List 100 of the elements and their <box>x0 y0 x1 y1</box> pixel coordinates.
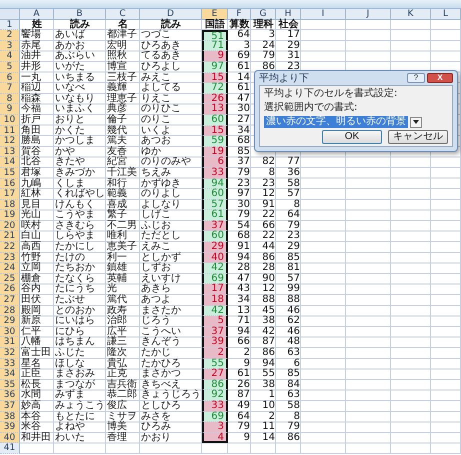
row-header[interactable]: 4 <box>0 51 20 62</box>
row-header[interactable]: 5 <box>0 62 20 73</box>
table-cell-text: 松長 <box>20 380 42 390</box>
table-cell-text: 理恵子 <box>106 94 138 104</box>
column-header[interactable]: D <box>140 9 202 20</box>
row-header[interactable]: 32 <box>0 348 20 359</box>
table-cell-text: あいば <box>54 30 86 40</box>
close-button[interactable]: X <box>427 73 453 83</box>
table-cell-text: 37 <box>236 157 251 168</box>
column-header[interactable]: F <box>228 9 251 20</box>
row-header[interactable]: 38 <box>0 412 20 422</box>
table-cell-text: 棚倉 <box>20 274 42 284</box>
table-cell-text: 妙高 <box>20 400 42 411</box>
row-header[interactable]: 3 <box>0 40 20 52</box>
table-cell: 72 <box>202 83 228 94</box>
row-header[interactable]: 36 <box>0 390 20 401</box>
table-cell-text: 94 <box>236 252 251 263</box>
format-label: 選択範囲内での書式: <box>264 102 358 114</box>
table-cell-text: 34 <box>236 126 251 136</box>
table-cell-text: しずお <box>140 263 171 274</box>
table-cell-text: 幾代 <box>106 126 128 136</box>
row-header[interactable]: 19 <box>0 210 20 221</box>
table-cell: 5 <box>202 316 228 327</box>
table-cell-text: 9 <box>244 358 251 369</box>
column-header[interactable]: A <box>20 9 54 20</box>
column-header[interactable]: H <box>276 9 301 20</box>
row-header[interactable]: 1 <box>0 20 20 30</box>
table-cell: 37 <box>202 326 228 338</box>
column-header[interactable]: J <box>346 9 391 20</box>
table-cell: 92 <box>202 390 228 401</box>
table-cell-text: 角田 <box>20 126 42 136</box>
row-header[interactable]: 18 <box>0 200 20 210</box>
table-cell-text: 九嶋 <box>20 178 42 188</box>
row-header[interactable]: 20 <box>0 220 20 232</box>
column-header[interactable]: E <box>202 9 228 20</box>
table-cell-text: 84 <box>286 380 301 390</box>
row-header[interactable]: 11 <box>0 126 20 136</box>
table-cell-text: あかお <box>54 40 86 51</box>
table-cell-text: いまふく <box>54 104 96 114</box>
table-cell: 69 <box>202 412 228 422</box>
row-header[interactable]: 40 <box>0 432 20 444</box>
row-header[interactable]: 41 <box>0 443 20 454</box>
row-header[interactable]: 26 <box>0 284 20 296</box>
table-cell-text: たぶせ <box>54 295 86 306</box>
column-title: 名 <box>118 20 128 30</box>
row-header[interactable]: 12 <box>0 136 20 147</box>
table-cell-text: みずま <box>54 390 86 400</box>
row-header[interactable]: 6 <box>0 72 20 84</box>
row-header[interactable]: 9 <box>0 104 20 115</box>
column-header[interactable]: B <box>54 9 106 20</box>
row-header[interactable]: 34 <box>0 369 20 380</box>
table-cell-text: 26 <box>236 380 251 390</box>
table-cell-text: 一丸 <box>20 72 42 83</box>
row-header[interactable]: 29 <box>0 316 20 327</box>
format-select[interactable]: 濃い赤の文字、明るい赤の背景 <box>264 116 408 128</box>
row-header[interactable]: 14 <box>0 157 20 168</box>
row-header[interactable]: 21 <box>0 231 20 242</box>
row-header[interactable]: 8 <box>0 94 20 104</box>
row-header[interactable]: 33 <box>0 358 20 370</box>
row-header[interactable]: 25 <box>0 274 20 284</box>
column-header[interactable]: I <box>301 9 346 20</box>
row-header[interactable]: 24 <box>0 263 20 274</box>
table-cell: 60 <box>202 231 228 242</box>
table-cell-text: 64 <box>236 412 251 422</box>
row-header[interactable]: 28 <box>0 306 20 316</box>
row-header[interactable]: 16 <box>0 178 20 190</box>
table-cell-text: 69 <box>236 51 251 62</box>
row-header[interactable]: 30 <box>0 326 20 338</box>
table-cell-text: 北谷 <box>20 157 42 168</box>
help-button[interactable]: ? <box>407 73 425 83</box>
table-cell-text: 仁平 <box>20 326 42 337</box>
row-header[interactable]: 23 <box>0 252 20 264</box>
table-cell-text: 27 <box>236 114 251 126</box>
column-header[interactable]: G <box>251 9 276 20</box>
table-cell-text: しげこ <box>140 210 172 220</box>
dropdown-button[interactable] <box>410 116 422 128</box>
row-header[interactable]: 13 <box>0 146 20 158</box>
row-header[interactable]: 35 <box>0 380 20 390</box>
row-header[interactable]: 10 <box>0 114 20 126</box>
row-header[interactable]: 39 <box>0 422 20 433</box>
row-header[interactable]: 37 <box>0 400 20 412</box>
table-cell-text: 三枝子 <box>106 72 138 83</box>
column-title: 読み <box>68 20 91 30</box>
table-cell: 71 <box>202 40 228 52</box>
ok-button[interactable]: OK <box>322 130 382 144</box>
column-header[interactable]: C <box>106 9 140 20</box>
row-header[interactable]: 22 <box>0 242 20 253</box>
column-header[interactable]: L <box>431 9 461 20</box>
row-header[interactable]: 31 <box>0 337 20 348</box>
table-cell-text: 博宣 <box>106 62 127 72</box>
row-header[interactable]: 15 <box>0 168 20 178</box>
table-cell-text: 66 <box>261 220 276 231</box>
table-cell: 51 <box>202 30 228 41</box>
row-header[interactable]: 2 <box>0 30 20 41</box>
row-header[interactable]: 7 <box>0 83 20 94</box>
table-cell-text: 57 <box>286 189 301 200</box>
column-header[interactable]: K <box>391 9 431 20</box>
row-header[interactable]: 27 <box>0 295 20 306</box>
cancel-button[interactable]: キャンセル <box>388 130 448 144</box>
row-header[interactable]: 17 <box>0 189 20 200</box>
